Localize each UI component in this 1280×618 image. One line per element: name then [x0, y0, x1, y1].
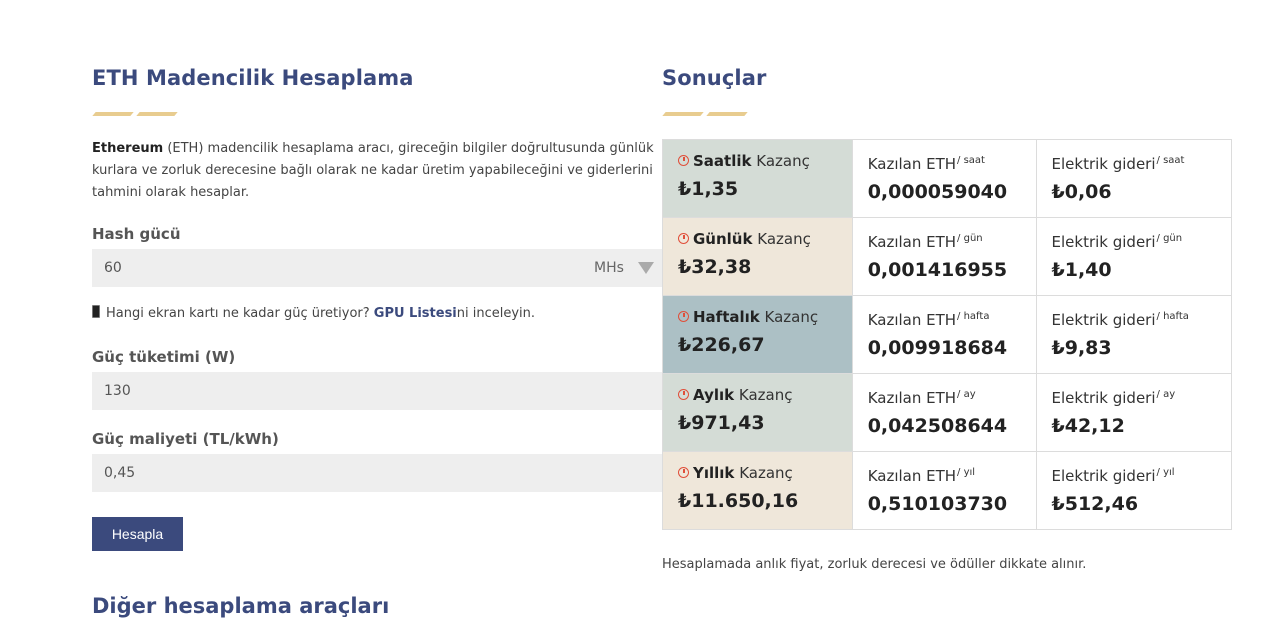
hash-unit-select[interactable]: MHs [594, 249, 624, 287]
result-row: Saatlik Kazanç ₺1,35 Kazılan ETH/ saat 0,00… [662, 139, 1233, 218]
cost-label: Güç maliyeti (TL/kWh) [92, 430, 279, 448]
electric-value: ₺42,12 [1051, 415, 1125, 437]
earning-word: Kazanç [739, 464, 793, 482]
power-value: 130 [104, 383, 131, 399]
earning-word: Kazanç [757, 230, 811, 248]
electric-value: ₺1,40 [1051, 259, 1112, 281]
hash-value: 60 [104, 260, 122, 276]
earning-word: Kazanç [756, 152, 810, 170]
electric-cell: Elektrik gideri/ ay ₺42,12 [1035, 373, 1233, 452]
earning-value: ₺971,43 [678, 412, 765, 434]
clock-icon [678, 467, 689, 478]
gpu-note: Hangi ekran kartı ne kadar güç üretiyor?… [92, 305, 535, 321]
earning-value: ₺226,67 [678, 334, 765, 356]
eth-cell: Kazılan ETH/ saat 0,000059040 [851, 139, 1037, 218]
hash-label: Hash gücü [92, 225, 181, 243]
eth-unit: / ay [957, 389, 976, 400]
earning-cell: Saatlik Kazanç ₺1,35 [662, 139, 853, 218]
electric-label: Elektrik gideri [1051, 311, 1156, 329]
intro-rest: (ETH) madencilik hesaplama aracı, girece… [92, 141, 654, 200]
eth-unit: / yıl [957, 467, 976, 478]
eth-cell: Kazılan ETH/ gün 0,001416955 [851, 217, 1037, 296]
clock-icon [678, 233, 689, 244]
clock-icon [678, 389, 689, 400]
cost-input[interactable]: 0,45 [92, 454, 662, 492]
gpu-card-icon [92, 305, 100, 318]
period-name: Günlük [693, 230, 753, 248]
electric-unit: / ay [1156, 389, 1176, 400]
eth-value: 0,510103730 [867, 493, 1008, 515]
electric-unit: / yıl [1156, 467, 1175, 478]
eth-unit: / gün [957, 233, 983, 244]
electric-unit: / hafta [1156, 311, 1189, 322]
earning-cell: Yıllık Kazanç ₺11.650,16 [662, 451, 853, 530]
calculator-title: ETH Madencilik Hesaplama [92, 66, 414, 90]
eth-label: Kazılan ETH [867, 467, 957, 485]
results-note: Hesaplamada anlık fiyat, zorluk derecesi… [662, 557, 1087, 572]
electric-unit: / gün [1156, 233, 1183, 244]
eth-value: 0,001416955 [867, 259, 1008, 281]
eth-cell: Kazılan ETH/ hafta 0,009918684 [851, 295, 1037, 374]
eth-label: Kazılan ETH [867, 311, 957, 329]
earning-word: Kazanç [738, 386, 793, 404]
gpu-note-suffix: ni inceleyin. [456, 306, 536, 321]
period-name: Aylık [693, 386, 735, 404]
earning-value: ₺11.650,16 [678, 490, 799, 512]
power-label: Güç tüketimi (W) [92, 348, 236, 366]
clock-icon [678, 311, 689, 322]
intro-text: Ethereum (ETH) madencilik hesaplama arac… [92, 138, 657, 204]
period-name: Haftalık [693, 308, 760, 326]
title-underline [92, 112, 178, 117]
cost-value: 0,45 [104, 465, 136, 481]
period-name: Yıllık [693, 464, 735, 482]
eth-cell: Kazılan ETH/ yıl 0,510103730 [851, 451, 1037, 530]
electric-value: ₺9,83 [1051, 337, 1112, 359]
power-input[interactable]: 130 [92, 372, 662, 410]
result-row: Günlük Kazanç ₺32,38 Kazılan ETH/ gün 0,001… [662, 217, 1233, 296]
eth-value: 0,000059040 [867, 181, 1008, 203]
other-tools-title: Diğer hesaplama araçları [92, 594, 390, 618]
electric-value: ₺512,46 [1051, 493, 1139, 515]
electric-cell: Elektrik gideri/ gün ₺1,40 [1035, 217, 1233, 296]
eth-value: 0,042508644 [867, 415, 1008, 437]
results-title: Sonuçlar [662, 66, 767, 90]
earning-cell: Günlük Kazanç ₺32,38 [662, 217, 853, 296]
eth-label: Kazılan ETH [867, 233, 957, 251]
calculate-button[interactable]: Hesapla [92, 517, 183, 551]
eth-unit: / saat [957, 155, 985, 166]
period-name: Saatlik [693, 152, 752, 170]
electric-cell: Elektrik gideri/ saat ₺0,06 [1035, 139, 1233, 218]
dropdown-arrow-icon[interactable] [638, 262, 654, 274]
intro-bold: Ethereum [92, 141, 164, 156]
earning-cell: Haftalık Kazanç ₺226,67 [662, 295, 853, 374]
result-row: Aylık Kazanç ₺971,43 Kazılan ETH/ ay 0,0425… [662, 373, 1233, 452]
hash-input[interactable]: 60 MHs [92, 249, 662, 287]
electric-label: Elektrik gideri [1051, 155, 1156, 173]
results-title-underline [662, 112, 748, 117]
electric-label: Elektrik gideri [1051, 389, 1156, 407]
electric-cell: Elektrik gideri/ hafta ₺9,83 [1035, 295, 1233, 374]
earning-value: ₺1,35 [678, 178, 739, 200]
clock-icon [678, 155, 689, 166]
result-row: Haftalık Kazanç ₺226,67 Kazılan ETH/ hafta… [662, 295, 1233, 374]
eth-label: Kazılan ETH [867, 389, 957, 407]
gpu-note-prefix: Hangi ekran kartı ne kadar güç üretiyor? [106, 306, 374, 321]
earning-word: Kazanç [764, 308, 819, 326]
eth-label: Kazılan ETH [867, 155, 957, 173]
earning-cell: Aylık Kazanç ₺971,43 [662, 373, 853, 452]
electric-value: ₺0,06 [1051, 181, 1112, 203]
eth-unit: / hafta [957, 311, 990, 322]
gpu-list-link[interactable]: GPU Listesi [374, 306, 457, 321]
results-table: Saatlik Kazanç ₺1,35 Kazılan ETH/ saat 0,00… [662, 139, 1233, 530]
electric-unit: / saat [1156, 155, 1185, 166]
eth-value: 0,009918684 [867, 337, 1008, 359]
electric-label: Elektrik gideri [1051, 233, 1156, 251]
electric-label: Elektrik gideri [1051, 467, 1156, 485]
eth-cell: Kazılan ETH/ ay 0,042508644 [851, 373, 1037, 452]
result-row: Yıllık Kazanç ₺11.650,16 Kazılan ETH/ yıl 0… [662, 451, 1233, 530]
electric-cell: Elektrik gideri/ yıl ₺512,46 [1035, 451, 1233, 530]
earning-value: ₺32,38 [678, 256, 752, 278]
